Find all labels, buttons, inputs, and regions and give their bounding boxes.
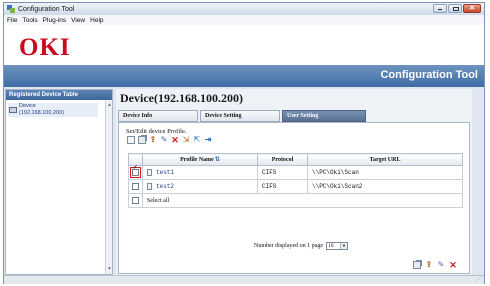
protocol-cell: CIFS [257, 165, 308, 180]
pager-label: Number displayed on 1 page [254, 243, 323, 249]
delete-icon[interactable]: ✕ [449, 261, 457, 270]
profile-name[interactable]: test2 [156, 183, 174, 190]
row-checkbox-cell [128, 165, 143, 180]
row-checkbox-cell [128, 179, 143, 194]
table-row[interactable]: test1 CIFS \\PC\Oki\Scan [128, 165, 463, 180]
tab-device-info[interactable]: Device Info [118, 110, 198, 122]
profile-toolbar: ⇪ ✎ ✕ ⇲ ⇱ ⇥ [127, 136, 212, 145]
page-size-select[interactable]: 10 ▼ [325, 242, 348, 250]
menu-tools[interactable]: Tools [22, 17, 37, 24]
menu-view[interactable]: View [71, 17, 85, 24]
pager: Number displayed on 1 page 10 ▼ [254, 242, 348, 250]
edit-icon[interactable]: ✎ [160, 136, 168, 144]
sidebar-scrollbar[interactable]: ▲ ▼ [105, 100, 112, 274]
select-all-checkbox[interactable] [132, 196, 139, 204]
profile-file-icon [147, 182, 152, 190]
device-sidebar: Registered Device Table Device (192.168.… [5, 89, 113, 275]
scroll-down-icon[interactable]: ▼ [106, 266, 113, 272]
window-controls: ✕ [433, 4, 481, 13]
chevron-down-icon: ▼ [339, 243, 347, 249]
header-profile-name[interactable]: Profile Name⇅ [142, 153, 258, 166]
close-button[interactable]: ✕ [463, 4, 481, 13]
tab-bar: Device Info Device Setting User Setting [118, 110, 470, 122]
main-panel: Device(192.168.100.200) Device Info Devi… [116, 89, 472, 275]
sidebar-item-device[interactable]: Device (192.168.100.200) [8, 103, 98, 117]
title-bar: Configuration Tool ✕ [4, 3, 484, 15]
banner-title: Configuration Tool [380, 69, 478, 81]
oki-logo: OKI [19, 34, 71, 61]
target-url-cell: \\PC\Oki\Scan2 [307, 179, 463, 194]
protocol-cell: CIFS [257, 179, 308, 194]
row-checkbox[interactable] [132, 169, 139, 176]
page-size-value: 10 [327, 243, 334, 249]
row-checkbox[interactable] [132, 182, 139, 190]
app-window: Configuration Tool ✕ File Tools Plug-ins… [3, 2, 485, 284]
window-title: Configuration Tool [18, 5, 75, 13]
section-label: Set/Edit device Profile. [126, 128, 187, 135]
profile-file-icon [147, 168, 152, 176]
select-all-checkbox-cell [128, 193, 143, 208]
header-target-url: Target URL [307, 153, 463, 166]
sidebar-item-label: Device (192.168.100.200) [19, 103, 64, 116]
tab-device-setting[interactable]: Device Setting [200, 110, 280, 122]
menu-bar: File Tools Plug-ins View Help [4, 15, 484, 25]
device-icon [9, 107, 17, 113]
target-url-cell: \\PC\Oki\Scan [307, 165, 463, 180]
device-label: Device [19, 103, 36, 109]
export-icon[interactable]: ⇱ [193, 136, 201, 144]
menu-help[interactable]: Help [90, 17, 103, 24]
profile-name[interactable]: test1 [156, 169, 174, 176]
profile-table: Profile Name⇅ Protocol Target URL test1 … [128, 153, 463, 208]
profile-content: Set/Edit device Profile. ⇪ ✎ ✕ ⇲ ⇱ ⇥ Pro… [118, 122, 470, 274]
copy-profile-icon[interactable] [138, 136, 146, 144]
profile-name-cell: test1 [142, 165, 258, 180]
banner-bar: Configuration Tool [4, 65, 484, 87]
banner: OKI Configuration Tool [4, 25, 484, 87]
page-title: Device(192.168.100.200) [120, 91, 243, 105]
copy-profile-icon[interactable] [413, 261, 421, 269]
import-icon[interactable]: ⇲ [182, 136, 190, 144]
header-profile-name-label: Profile Name [180, 157, 214, 163]
select-all-label: Select all [142, 193, 463, 208]
scroll-up-icon[interactable]: ▲ [106, 102, 113, 108]
table-header-row: Profile Name⇅ Protocol Target URL [128, 153, 463, 166]
new-profile-icon[interactable] [127, 136, 135, 144]
tab-user-setting[interactable]: User Setting [282, 110, 366, 122]
minimize-button[interactable] [433, 4, 447, 13]
profile-name-cell: test2 [142, 179, 258, 194]
move-icon[interactable]: ⇥ [204, 136, 212, 144]
menu-plug-ins[interactable]: Plug-ins [43, 17, 66, 24]
sidebar-header: Registered Device Table [6, 90, 112, 100]
resize-grip-icon[interactable]: ⋰ [476, 276, 482, 283]
menu-file[interactable]: File [7, 17, 17, 24]
checkbox-highlight [130, 167, 141, 178]
table-row[interactable]: test2 CIFS \\PC\Oki\Scan2 [128, 179, 463, 194]
edit-icon[interactable]: ✎ [437, 261, 445, 269]
device-ip: (192.168.100.200) [19, 109, 64, 116]
upload-icon[interactable]: ⇪ [149, 136, 157, 144]
app-icon [7, 5, 15, 13]
select-all-row[interactable]: Select all [128, 193, 463, 208]
sort-icon[interactable]: ⇅ [215, 157, 220, 163]
maximize-button[interactable] [448, 4, 462, 13]
close-icon: ✕ [469, 5, 475, 12]
status-bar: ⋰ [4, 275, 484, 284]
delete-icon[interactable]: ✕ [171, 136, 179, 145]
bottom-toolbar: ⇪ ✎ ✕ [413, 261, 457, 270]
upload-icon[interactable]: ⇪ [425, 261, 433, 269]
header-protocol: Protocol [257, 153, 308, 166]
